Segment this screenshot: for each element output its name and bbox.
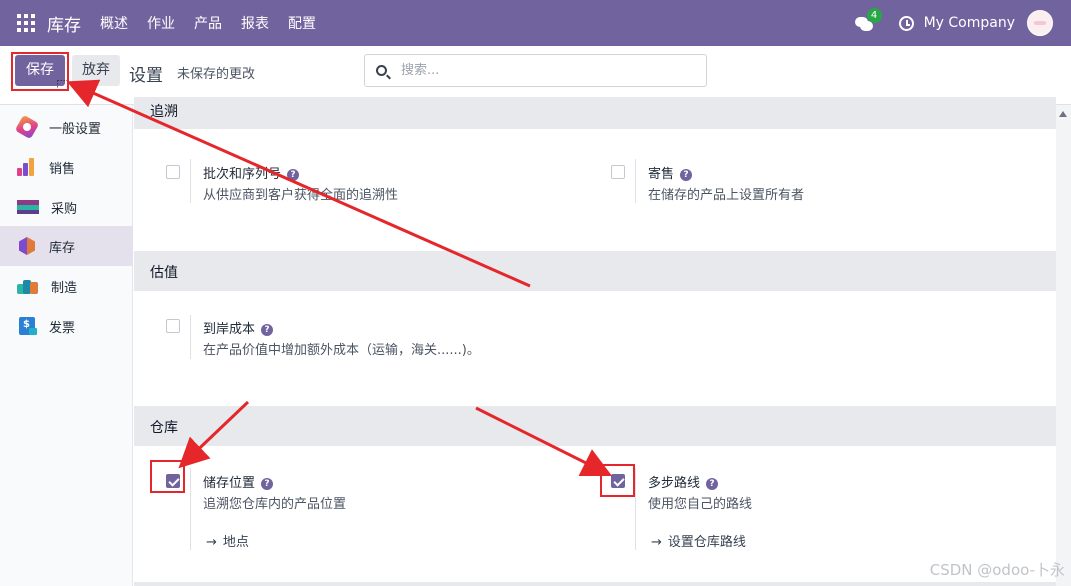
divider <box>190 159 191 203</box>
setting-desc-multi-step-routes: 使用您自己的路线 <box>648 497 753 512</box>
divider <box>635 159 636 203</box>
arrow-right-icon: → <box>651 535 662 550</box>
settings-content: 追溯 批次和序列号? 从供应商到客户获得全面的追溯性 寄售? 在储存的产品上设置… <box>134 97 1056 586</box>
help-icon[interactable]: ? <box>287 169 300 181</box>
section-title: 仓库 <box>150 420 178 436</box>
apps-menu-icon[interactable] <box>17 14 35 32</box>
setting-title-multi-step-routes: 多步路线? <box>648 472 719 491</box>
help-icon[interactable]: ? <box>706 478 719 490</box>
message-count-badge: 4 <box>866 8 882 23</box>
setting-title-lots: 批次和序列号? <box>203 163 300 182</box>
sidebar-item-invoicing[interactable]: $ 发票 <box>0 306 133 346</box>
annotation-box-save <box>11 52 69 91</box>
watermark: CSDN @odoo-卜永 <box>929 561 1065 579</box>
sidebar-item-label: 销售 <box>49 161 76 177</box>
locations-link[interactable]: → 地点 <box>206 531 249 550</box>
setting-title-storage-locations: 储存位置? <box>203 472 274 491</box>
section-valuation-header: 估值 <box>134 251 1056 291</box>
arrow-right-icon: → <box>206 535 217 550</box>
lots-serial-checkbox[interactable] <box>166 165 180 179</box>
setting-desc-lots: 从供应商到客户获得全面的追溯性 <box>203 188 399 203</box>
setting-title-landed-costs: 到岸成本? <box>203 318 274 337</box>
section-title: 估值 <box>150 265 178 281</box>
menu-reporting[interactable]: 报表 <box>241 13 269 33</box>
user-avatar[interactable] <box>1027 10 1053 36</box>
settings-sidebar: 一般设置 销售 采购 库存 制造 $ 发票 <box>0 105 133 586</box>
unsaved-changes-label: 未保存的更改 <box>177 67 256 82</box>
company-switcher[interactable]: My Company <box>924 15 1015 31</box>
sidebar-item-inventory[interactable]: 库存 <box>0 226 133 266</box>
general-settings-icon <box>14 114 40 140</box>
sidebar-item-label: 采购 <box>51 201 78 217</box>
landed-costs-checkbox[interactable] <box>166 319 180 333</box>
messages-icon[interactable]: 4 <box>854 8 882 31</box>
section-warehouse-header: 仓库 <box>134 406 1056 446</box>
divider <box>190 315 191 359</box>
divider <box>190 468 191 550</box>
sidebar-item-label: 制造 <box>51 280 78 296</box>
menu-overview[interactable]: 概述 <box>100 13 128 33</box>
consignment-checkbox[interactable] <box>611 165 625 179</box>
menu-operations[interactable]: 作业 <box>147 13 175 33</box>
sidebar-item-manufacturing[interactable]: 制造 <box>0 266 133 306</box>
sidebar-item-purchase[interactable]: 采购 <box>0 187 133 227</box>
activity-clock-icon[interactable] <box>898 15 914 31</box>
search-box[interactable]: 搜索... <box>364 54 707 87</box>
menu-products[interactable]: 产品 <box>194 13 222 33</box>
help-icon[interactable]: ? <box>680 169 693 181</box>
setting-title-consignment: 寄售? <box>648 163 693 182</box>
purchase-icon <box>17 197 39 217</box>
setting-desc-storage-locations: 追溯您仓库内的产品位置 <box>203 497 347 512</box>
discard-button[interactable]: 放弃 <box>72 55 120 86</box>
help-icon[interactable]: ? <box>261 324 274 336</box>
top-navbar: 库存 概述 作业 产品 报表 配置 4 My Company <box>0 0 1071 46</box>
setting-desc-landed-costs: 在产品价值中增加额外成本（运输，海关......)。 <box>203 343 480 358</box>
sidebar-item-label: 发票 <box>49 320 76 336</box>
annotation-box-locations <box>150 460 185 493</box>
help-icon[interactable]: ? <box>261 478 274 490</box>
sidebar-item-sales[interactable]: 销售 <box>0 147 133 187</box>
annotation-box-routes <box>600 464 635 497</box>
search-input[interactable]: 搜索... <box>401 55 439 86</box>
setting-desc-consignment: 在储存的产品上设置所有者 <box>648 188 805 203</box>
warehouse-routes-link[interactable]: → 设置仓库路线 <box>651 531 746 550</box>
inventory-icon <box>17 236 37 256</box>
search-icon <box>376 65 387 76</box>
sales-icon <box>17 157 37 177</box>
section-title: 追溯 <box>150 104 178 120</box>
divider <box>635 468 636 550</box>
section-divider <box>134 582 1056 586</box>
sidebar-item-label: 库存 <box>49 240 76 256</box>
page-title: 设置 <box>129 66 163 86</box>
manufacturing-icon <box>17 276 39 296</box>
scrollbar[interactable] <box>1056 105 1071 586</box>
app-brand[interactable]: 库存 <box>47 11 81 36</box>
sidebar-item-label: 一般设置 <box>49 121 102 137</box>
scroll-up-icon[interactable] <box>1059 111 1067 117</box>
sidebar-item-general-settings[interactable]: 一般设置 <box>0 107 133 147</box>
invoicing-icon: $ <box>17 316 37 336</box>
menu-configuration[interactable]: 配置 <box>288 13 316 33</box>
section-traceability-header: 追溯 <box>134 97 1056 129</box>
